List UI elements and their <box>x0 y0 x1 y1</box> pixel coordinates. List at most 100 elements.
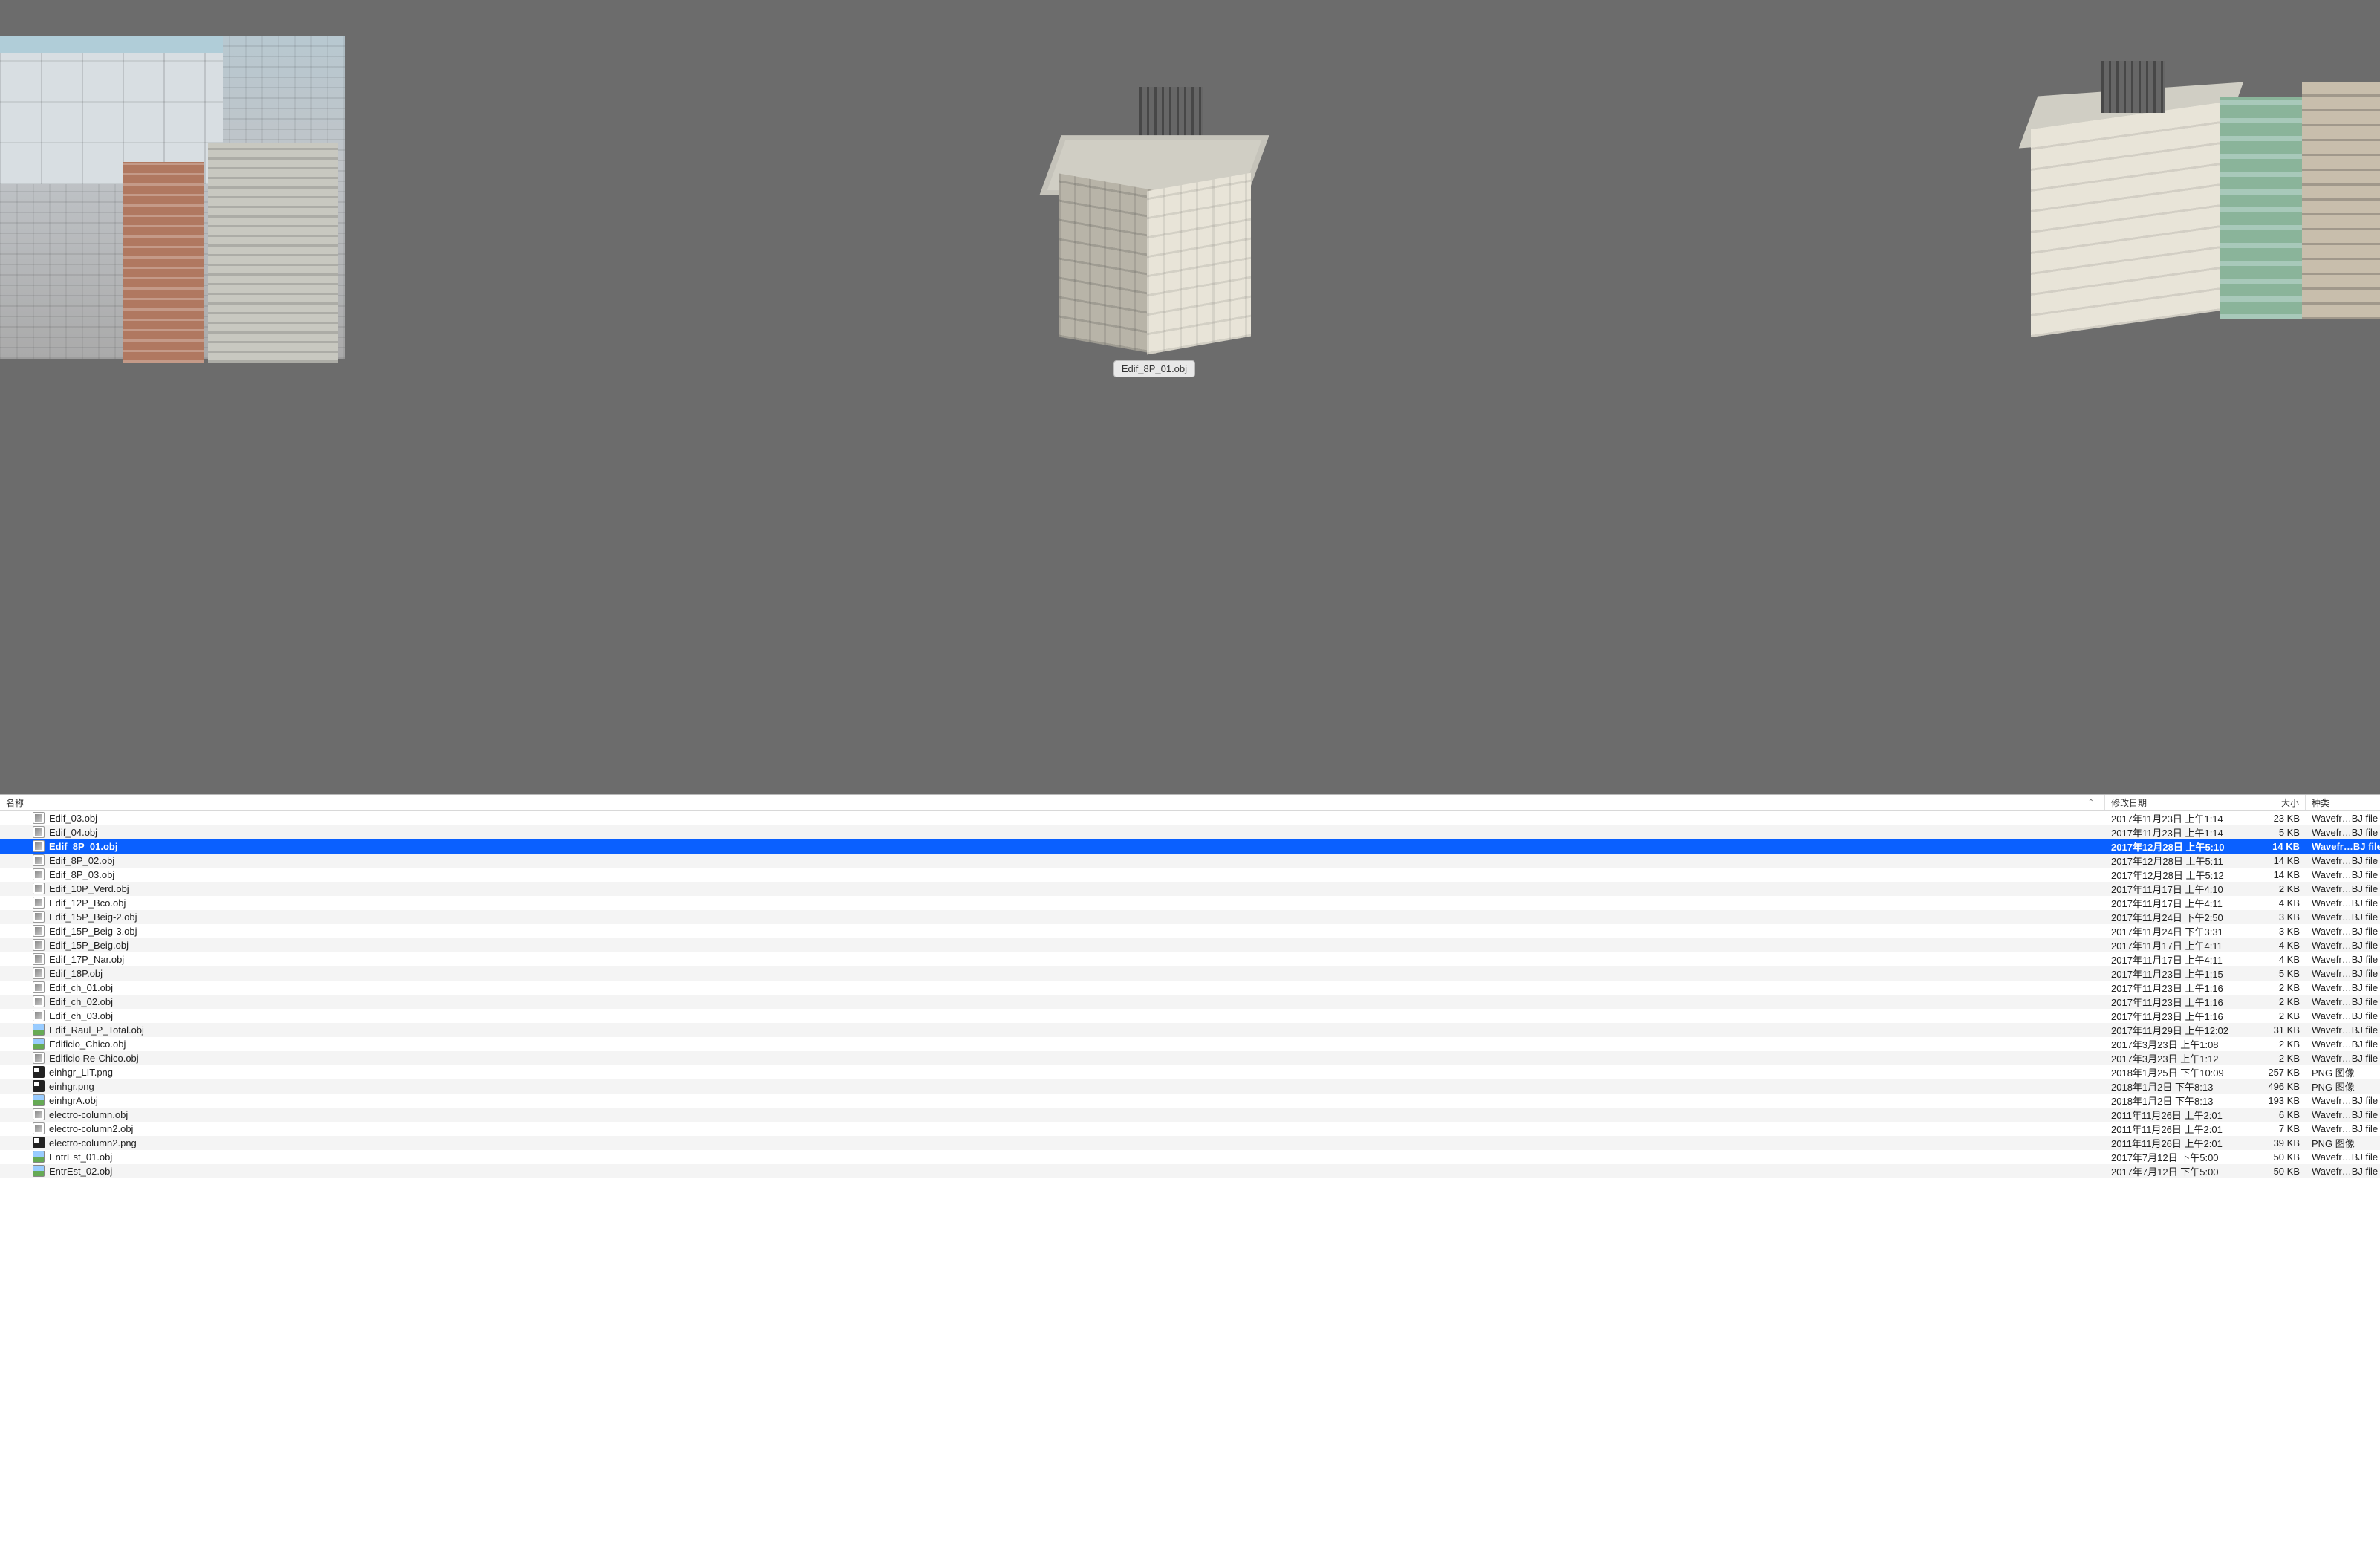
file-date-cell: 2017年11月24日 下午2:50 <box>2105 910 2231 924</box>
file-date-cell: 2017年11月17日 上午4:11 <box>2105 938 2231 952</box>
file-name-label: Edif_10P_Verd.obj <box>49 883 129 894</box>
file-row[interactable]: Edif_ch_03.obj2017年11月23日 上午1:162 KBWave… <box>0 1009 2380 1023</box>
file-row[interactable]: Edificio Re-Chico.obj2017年3月23日 上午1:122 … <box>0 1051 2380 1065</box>
file-size-cell: 7 KB <box>2231 1122 2306 1136</box>
column-header-row: 名称 ⌃ 修改日期 大小 种类 <box>0 795 2380 811</box>
file-size-cell: 3 KB <box>2231 910 2306 924</box>
file-row[interactable]: einhgr_LIT.png2018年1月25日 下午10:09257 KBPN… <box>0 1065 2380 1079</box>
file-kind-cell: Wavefr…BJ file <box>2306 882 2380 896</box>
file-row[interactable]: Edificio_Chico.obj2017年3月23日 上午1:082 KBW… <box>0 1037 2380 1051</box>
file-row[interactable]: Edif_10P_Verd.obj2017年11月17日 上午4:102 KBW… <box>0 882 2380 896</box>
file-date-cell: 2017年3月23日 上午1:08 <box>2105 1037 2231 1051</box>
file-row[interactable]: Edif_15P_Beig.obj2017年11月17日 上午4:114 KBW… <box>0 938 2380 952</box>
column-header-name[interactable]: 名称 ⌃ <box>0 795 2105 810</box>
img-file-icon <box>33 1024 45 1036</box>
file-date-cell: 2017年11月23日 上午1:14 <box>2105 811 2231 825</box>
file-name-label: Edif_12P_Bco.obj <box>49 897 126 909</box>
file-row[interactable]: Edif_Raul_P_Total.obj2017年11月29日 上午12:02… <box>0 1023 2380 1037</box>
file-name-cell: Edif_10P_Verd.obj <box>0 882 2105 896</box>
file-size-cell: 5 KB <box>2231 825 2306 839</box>
file-row[interactable]: Edif_12P_Bco.obj2017年11月17日 上午4:114 KBWa… <box>0 896 2380 910</box>
img-file-icon <box>33 1094 45 1106</box>
file-row[interactable]: EntrEst_02.obj2017年7月12日 下午5:0050 KBWave… <box>0 1164 2380 1178</box>
file-row[interactable]: Edif_8P_03.obj2017年12月28日 上午5:1214 KBWav… <box>0 868 2380 882</box>
column-header-size[interactable]: 大小 <box>2231 795 2306 810</box>
file-name-cell: Edif_12P_Bco.obj <box>0 896 2105 910</box>
column-header-kind[interactable]: 种类 <box>2306 795 2380 810</box>
obj-file-icon <box>33 925 45 937</box>
file-row[interactable]: Edif_17P_Nar.obj2017年11月17日 上午4:114 KBWa… <box>0 952 2380 966</box>
file-row[interactable]: einhgr.png2018年1月2日 下午8:13496 KBPNG 图像 <box>0 1079 2380 1094</box>
obj-file-icon <box>33 1122 45 1134</box>
file-date-cell: 2017年12月28日 上午5:11 <box>2105 854 2231 868</box>
file-list-body[interactable]: Edif_03.obj2017年11月23日 上午1:1423 KBWavefr… <box>0 811 2380 1566</box>
file-kind-cell: Wavefr…BJ file <box>2306 1009 2380 1023</box>
file-name-label: Edif_ch_02.obj <box>49 996 113 1007</box>
file-size-cell: 496 KB <box>2231 1079 2306 1094</box>
obj-file-icon <box>33 911 45 923</box>
file-name-cell: Edif_8P_02.obj <box>0 854 2105 868</box>
obj-file-icon <box>33 868 45 880</box>
png-file-icon <box>33 1066 45 1078</box>
obj-file-icon <box>33 840 45 852</box>
file-name-cell: EntrEst_02.obj <box>0 1164 2105 1178</box>
img-file-icon <box>33 1151 45 1163</box>
file-size-cell: 14 KB <box>2231 854 2306 868</box>
preview-thumbnail-previous[interactable] <box>0 36 345 359</box>
file-size-cell: 31 KB <box>2231 1023 2306 1037</box>
file-name-cell: Edif_ch_02.obj <box>0 995 2105 1009</box>
file-name-cell: Edificio_Chico.obj <box>0 1037 2105 1051</box>
obj-file-icon <box>33 1052 45 1064</box>
file-name-label: Edif_04.obj <box>49 827 97 838</box>
file-size-cell: 6 KB <box>2231 1108 2306 1122</box>
file-row[interactable]: Edif_18P.obj2017年11月23日 上午1:155 KBWavefr… <box>0 966 2380 981</box>
file-row[interactable]: Edif_15P_Beig-3.obj2017年11月24日 下午3:313 K… <box>0 924 2380 938</box>
file-kind-cell: Wavefr…BJ file <box>2306 839 2380 854</box>
file-size-cell: 3 KB <box>2231 924 2306 938</box>
file-row[interactable]: Edif_ch_02.obj2017年11月23日 上午1:162 KBWave… <box>0 995 2380 1009</box>
file-name-cell: Edif_ch_01.obj <box>0 981 2105 995</box>
file-date-cell: 2017年11月23日 上午1:16 <box>2105 981 2231 995</box>
file-row[interactable]: Edif_03.obj2017年11月23日 上午1:1423 KBWavefr… <box>0 811 2380 825</box>
obj-file-icon <box>33 897 45 909</box>
file-row[interactable]: Edif_8P_02.obj2017年12月28日 上午5:1114 KBWav… <box>0 854 2380 868</box>
obj-file-icon <box>33 995 45 1007</box>
preview-selected-label[interactable]: Edif_8P_01.obj <box>1113 360 1195 377</box>
file-row[interactable]: electro-column.obj2011年11月26日 上午2:016 KB… <box>0 1108 2380 1122</box>
obj-file-icon <box>33 812 45 824</box>
file-name-cell: Edif_8P_03.obj <box>0 868 2105 882</box>
file-row[interactable]: Edif_8P_01.obj2017年12月28日 上午5:1014 KBWav… <box>0 839 2380 854</box>
preview-thumbnail-next[interactable] <box>2031 82 2380 338</box>
preview-thumbnail-selected[interactable]: Edif_8P_01.obj <box>1050 108 1258 377</box>
file-name-cell: electro-column2.obj <box>0 1122 2105 1136</box>
img-file-icon <box>33 1038 45 1050</box>
file-size-cell: 50 KB <box>2231 1164 2306 1178</box>
file-name-label: electro-column2.obj <box>49 1123 133 1134</box>
file-row[interactable]: electro-column2.obj2011年11月26日 上午2:017 K… <box>0 1122 2380 1136</box>
file-kind-cell: Wavefr…BJ file <box>2306 825 2380 839</box>
file-size-cell: 50 KB <box>2231 1150 2306 1164</box>
file-row[interactable]: EntrEst_01.obj2017年7月12日 下午5:0050 KBWave… <box>0 1150 2380 1164</box>
file-name-label: Edificio_Chico.obj <box>49 1039 126 1050</box>
file-kind-cell: Wavefr…BJ file <box>2306 1037 2380 1051</box>
obj-file-icon <box>33 939 45 951</box>
file-row[interactable]: electro-column2.png2011年11月26日 上午2:0139 … <box>0 1136 2380 1150</box>
obj-file-icon <box>33 981 45 993</box>
file-kind-cell: Wavefr…BJ file <box>2306 854 2380 868</box>
file-date-cell: 2017年11月17日 上午4:11 <box>2105 896 2231 910</box>
file-kind-cell: PNG 图像 <box>2306 1136 2380 1150</box>
file-row[interactable]: einhgrA.obj2018年1月2日 下午8:13193 KBWavefr…… <box>0 1094 2380 1108</box>
file-kind-cell: Wavefr…BJ file <box>2306 1094 2380 1108</box>
column-header-date[interactable]: 修改日期 <box>2105 795 2231 810</box>
file-name-label: Edif_17P_Nar.obj <box>49 954 124 965</box>
file-date-cell: 2017年11月17日 上午4:11 <box>2105 952 2231 966</box>
file-name-label: Edif_18P.obj <box>49 968 103 979</box>
file-kind-cell: Wavefr…BJ file <box>2306 811 2380 825</box>
file-row[interactable]: Edif_15P_Beig-2.obj2017年11月24日 下午2:503 K… <box>0 910 2380 924</box>
preview-pane[interactable]: Edif_8P_01.obj <box>0 0 2380 794</box>
file-name-label: Edif_ch_01.obj <box>49 982 113 993</box>
file-date-cell: 2017年11月23日 上午1:14 <box>2105 825 2231 839</box>
file-row[interactable]: Edif_ch_01.obj2017年11月23日 上午1:162 KBWave… <box>0 981 2380 995</box>
obj-file-icon <box>33 826 45 838</box>
file-row[interactable]: Edif_04.obj 2017年11月23日 上午1:145 KBWavefr…… <box>0 825 2380 839</box>
